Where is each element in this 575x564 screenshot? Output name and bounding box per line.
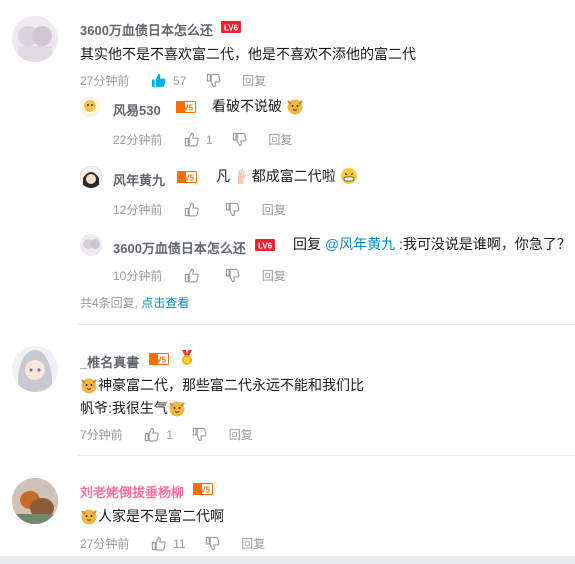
comment-text: 神豪富二代，那些富二代永远不能和我们比	[98, 377, 364, 393]
svg-text:LV5: LV5	[196, 486, 211, 495]
username[interactable]: 风易530	[113, 100, 161, 119]
svg-text:LV5: LV5	[152, 356, 167, 365]
reply-button[interactable]: 回复	[242, 73, 266, 89]
like-count: 11	[173, 536, 186, 551]
reply-text: 看破不说破	[212, 95, 304, 117]
avatar[interactable]	[12, 346, 58, 392]
reply-text-suffix: 都成富二代啦	[251, 168, 336, 184]
like-icon[interactable]	[184, 202, 199, 217]
svg-text:LV6: LV6	[224, 24, 239, 33]
avatar[interactable]	[80, 234, 102, 256]
timestamp: 27分钟前	[80, 73, 130, 88]
avatar[interactable]	[12, 16, 58, 62]
reply-count-text: 共4条回复,	[80, 296, 139, 310]
view-more-replies: 共4条回复, 点击查看	[80, 294, 189, 311]
divider	[78, 455, 575, 456]
level-badge: LV5	[177, 171, 197, 183]
timestamp: 22分钟前	[113, 132, 163, 147]
like-icon[interactable]	[184, 132, 199, 147]
comment-text-line2: 帆爷:我很生气	[80, 397, 186, 419]
reply-text: 凡 都成富二代啦	[216, 165, 358, 187]
like-count: 57	[173, 73, 187, 88]
avatar[interactable]	[80, 166, 102, 188]
username[interactable]: 3600万血债日本怎么还	[80, 20, 213, 39]
comment-text: 人家是不是富二代啊	[98, 508, 224, 524]
divider	[78, 324, 575, 325]
level-badge: LV6	[255, 239, 275, 251]
dislike-icon[interactable]	[206, 73, 221, 88]
comment-meta: 7分钟前 1 回复	[80, 426, 253, 442]
timestamp: 12分钟前	[113, 202, 163, 217]
reply-text-content: 看破不说破	[212, 98, 282, 114]
mention-link[interactable]: @风年黄九	[325, 236, 395, 252]
hand-emoji-icon	[237, 168, 246, 184]
username[interactable]: 刘老姥倒拔垂杨柳	[80, 482, 184, 501]
avatar[interactable]	[12, 478, 58, 524]
reply-text: 回复 @风年黄九 :我可没说是谁啊，你急了？	[293, 233, 571, 255]
svg-text:LV6: LV6	[258, 242, 273, 251]
dislike-icon[interactable]	[225, 268, 240, 283]
comment-text: 帆爷:我很生气	[80, 400, 168, 416]
medal-icon	[182, 350, 192, 365]
comment-meta: 27分钟前 57 回复	[80, 72, 266, 88]
level-badge: LV5	[149, 353, 169, 365]
dislike-icon[interactable]	[232, 132, 247, 147]
like-count: 1	[206, 132, 213, 147]
dog-emoji-icon	[169, 401, 185, 417]
timestamp: 7分钟前	[80, 427, 123, 442]
timestamp: 27分钟前	[80, 536, 130, 551]
view-more-link[interactable]: 点击查看	[141, 296, 189, 310]
reply-text-prefix: 凡	[216, 168, 230, 184]
dog-emoji-icon	[81, 378, 97, 394]
avatar[interactable]	[80, 97, 100, 117]
level-badge: LV5	[176, 101, 196, 113]
svg-text:LV5: LV5	[180, 174, 195, 183]
level-badge: LV6	[221, 21, 241, 33]
window-bottom-edge	[0, 556, 575, 564]
reply-button[interactable]: 回复	[229, 427, 253, 443]
reply-button[interactable]: 回复	[241, 536, 265, 552]
timestamp: 10分钟前	[113, 268, 163, 283]
level-badge: LV5	[193, 483, 213, 495]
reply-button[interactable]: 回复	[262, 202, 286, 218]
reply-button[interactable]: 回复	[262, 268, 286, 284]
username[interactable]: 3600万血债日本怎么还	[113, 238, 246, 257]
comment-meta: 27分钟前 11 回复	[80, 535, 265, 551]
reply-meta: 10分钟前 回复	[113, 267, 286, 283]
like-icon[interactable]	[184, 268, 199, 283]
reply-button[interactable]: 回复	[268, 132, 292, 148]
username[interactable]: 风年黄九	[113, 170, 165, 189]
reply-word: 回复	[293, 236, 321, 252]
reply-text-content: :我可没说是谁啊，你急了？	[399, 236, 571, 252]
dog-emoji-icon	[81, 509, 97, 525]
dislike-icon[interactable]	[225, 202, 240, 217]
reply-meta: 22分钟前 1 回复	[113, 131, 292, 147]
dislike-icon[interactable]	[192, 427, 207, 442]
svg-text:LV5: LV5	[179, 104, 194, 113]
dislike-icon[interactable]	[205, 536, 220, 551]
comment-text: 其实他不是不喜欢富二代，他是不喜欢不添他的富二代	[80, 46, 416, 62]
reply-meta: 12分钟前 回复	[113, 201, 286, 217]
dog-emoji-icon	[287, 99, 303, 115]
username[interactable]: _椎名真書	[80, 352, 139, 371]
like-icon[interactable]	[151, 536, 166, 551]
comment-text-row: 人家是不是富二代啊	[80, 505, 224, 527]
comment-text-line1: 神豪富二代，那些富二代永远不能和我们比	[80, 374, 364, 396]
like-icon[interactable]	[151, 73, 166, 88]
like-count: 1	[166, 427, 174, 442]
like-icon[interactable]	[144, 427, 159, 442]
grin-emoji-icon	[340, 168, 357, 184]
